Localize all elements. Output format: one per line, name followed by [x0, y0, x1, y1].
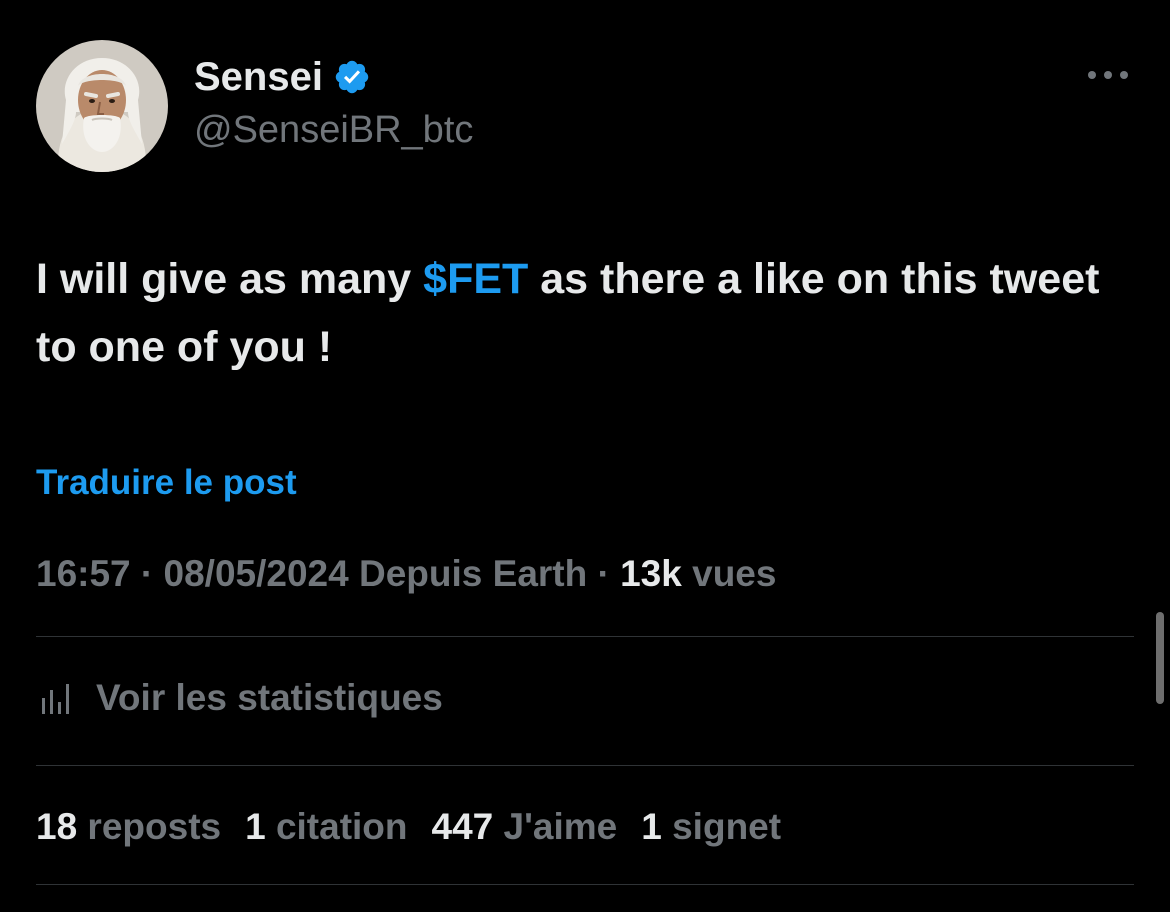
tweet-date[interactable]: 08/05/2024: [164, 553, 349, 594]
engagement-stats: 18 reposts 1 citation 447 J'aime 1 signe…: [36, 800, 805, 854]
old-sage-portrait-icon: [36, 40, 168, 172]
divider: [36, 884, 1134, 885]
likes-count: 447: [431, 806, 494, 847]
user-handle[interactable]: @SenseiBR_btc: [194, 108, 473, 154]
more-dots-icon: [1088, 71, 1128, 79]
likes-stat[interactable]: 447 J'aime: [432, 806, 618, 848]
meta-separator: ·: [587, 553, 621, 594]
tweet-meta: 16:57 · 08/05/2024 Depuis Earth · 13k vu…: [36, 552, 776, 596]
view-statistics-label: Voir les statistiques: [96, 677, 443, 718]
bar-chart-icon: [42, 684, 69, 714]
divider: [36, 636, 1134, 637]
views-label: vues: [681, 553, 777, 594]
reposts-stat[interactable]: 18 reposts: [36, 806, 221, 848]
bookmarks-label: signet: [661, 806, 782, 847]
views-count: 13k: [620, 553, 682, 594]
more-options-button[interactable]: [1082, 58, 1134, 92]
bookmarks-stat[interactable]: 1 signet: [641, 806, 781, 848]
tweet-text-part1: I will give as many: [36, 255, 424, 303]
tweet-text: I will give as many $FET as there a like…: [36, 245, 1126, 381]
divider: [36, 765, 1134, 766]
likes-label: J'aime: [493, 806, 618, 847]
verified-badge-icon[interactable]: [333, 58, 371, 96]
avatar[interactable]: [36, 40, 168, 172]
meta-separator: ·: [130, 553, 164, 594]
author-name-row[interactable]: Sensei: [194, 52, 371, 102]
tweet-time[interactable]: 16:57: [36, 553, 131, 594]
tweet-source: Depuis Earth: [348, 553, 588, 594]
bookmarks-count: 1: [641, 806, 662, 847]
translate-post-link[interactable]: Traduire le post: [36, 462, 297, 504]
reposts-count: 18: [36, 806, 78, 847]
scrollbar[interactable]: [1156, 612, 1164, 704]
quotes-count: 1: [245, 806, 266, 847]
quotes-label: citation: [265, 806, 408, 847]
view-statistics-button[interactable]: Voir les statistiques: [36, 672, 443, 724]
cashtag-link[interactable]: $FET: [423, 255, 528, 303]
reposts-label: reposts: [77, 806, 222, 847]
display-name[interactable]: Sensei: [194, 57, 323, 97]
quotes-stat[interactable]: 1 citation: [245, 806, 407, 848]
